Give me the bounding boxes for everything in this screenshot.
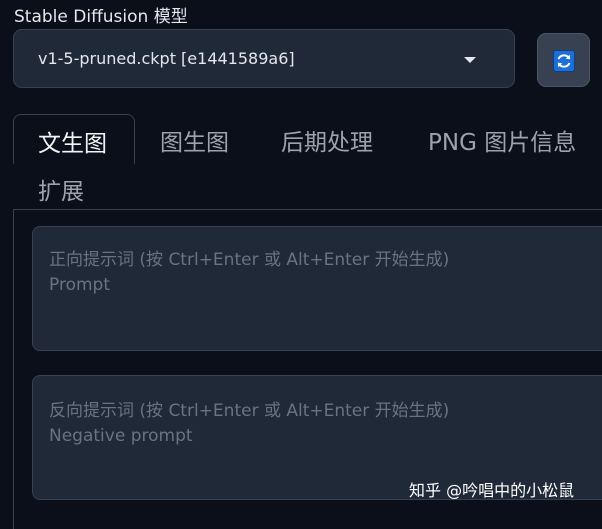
chevron-down-icon	[464, 57, 476, 63]
model-selected-value: v1-5-pruned.ckpt [e1441589a6]	[38, 49, 295, 68]
refresh-icon	[553, 50, 575, 72]
tab-img2img[interactable]: 图生图	[160, 123, 229, 157]
prompt-placeholder-line1: 正向提示词 (按 Ctrl+Enter 或 Alt+Enter 开始生成)	[49, 250, 450, 270]
negative-prompt-placeholder-line1: 反向提示词 (按 Ctrl+Enter 或 Alt+Enter 开始生成)	[49, 401, 450, 421]
prompt-placeholder-line2: Prompt	[49, 275, 110, 295]
negative-prompt-placeholder-line2: Negative prompt	[49, 426, 193, 446]
tab-extensions[interactable]: 扩展	[38, 172, 84, 206]
tab-txt2img[interactable]: 文生图	[13, 114, 135, 164]
watermark: 知乎 @吟唱中的小松鼠	[409, 481, 575, 500]
refresh-model-button[interactable]	[537, 33, 590, 87]
tab-png-info[interactable]: PNG 图片信息	[428, 123, 576, 157]
tab-postprocessing[interactable]: 后期处理	[281, 123, 373, 157]
model-dropdown[interactable]: v1-5-pruned.ckpt [e1441589a6]	[13, 29, 515, 88]
prompt-input[interactable]: 正向提示词 (按 Ctrl+Enter 或 Alt+Enter 开始生成) Pr…	[32, 226, 602, 351]
tab-txt2img-label: 文生图	[38, 131, 107, 157]
model-label: Stable Diffusion 模型	[14, 7, 188, 27]
